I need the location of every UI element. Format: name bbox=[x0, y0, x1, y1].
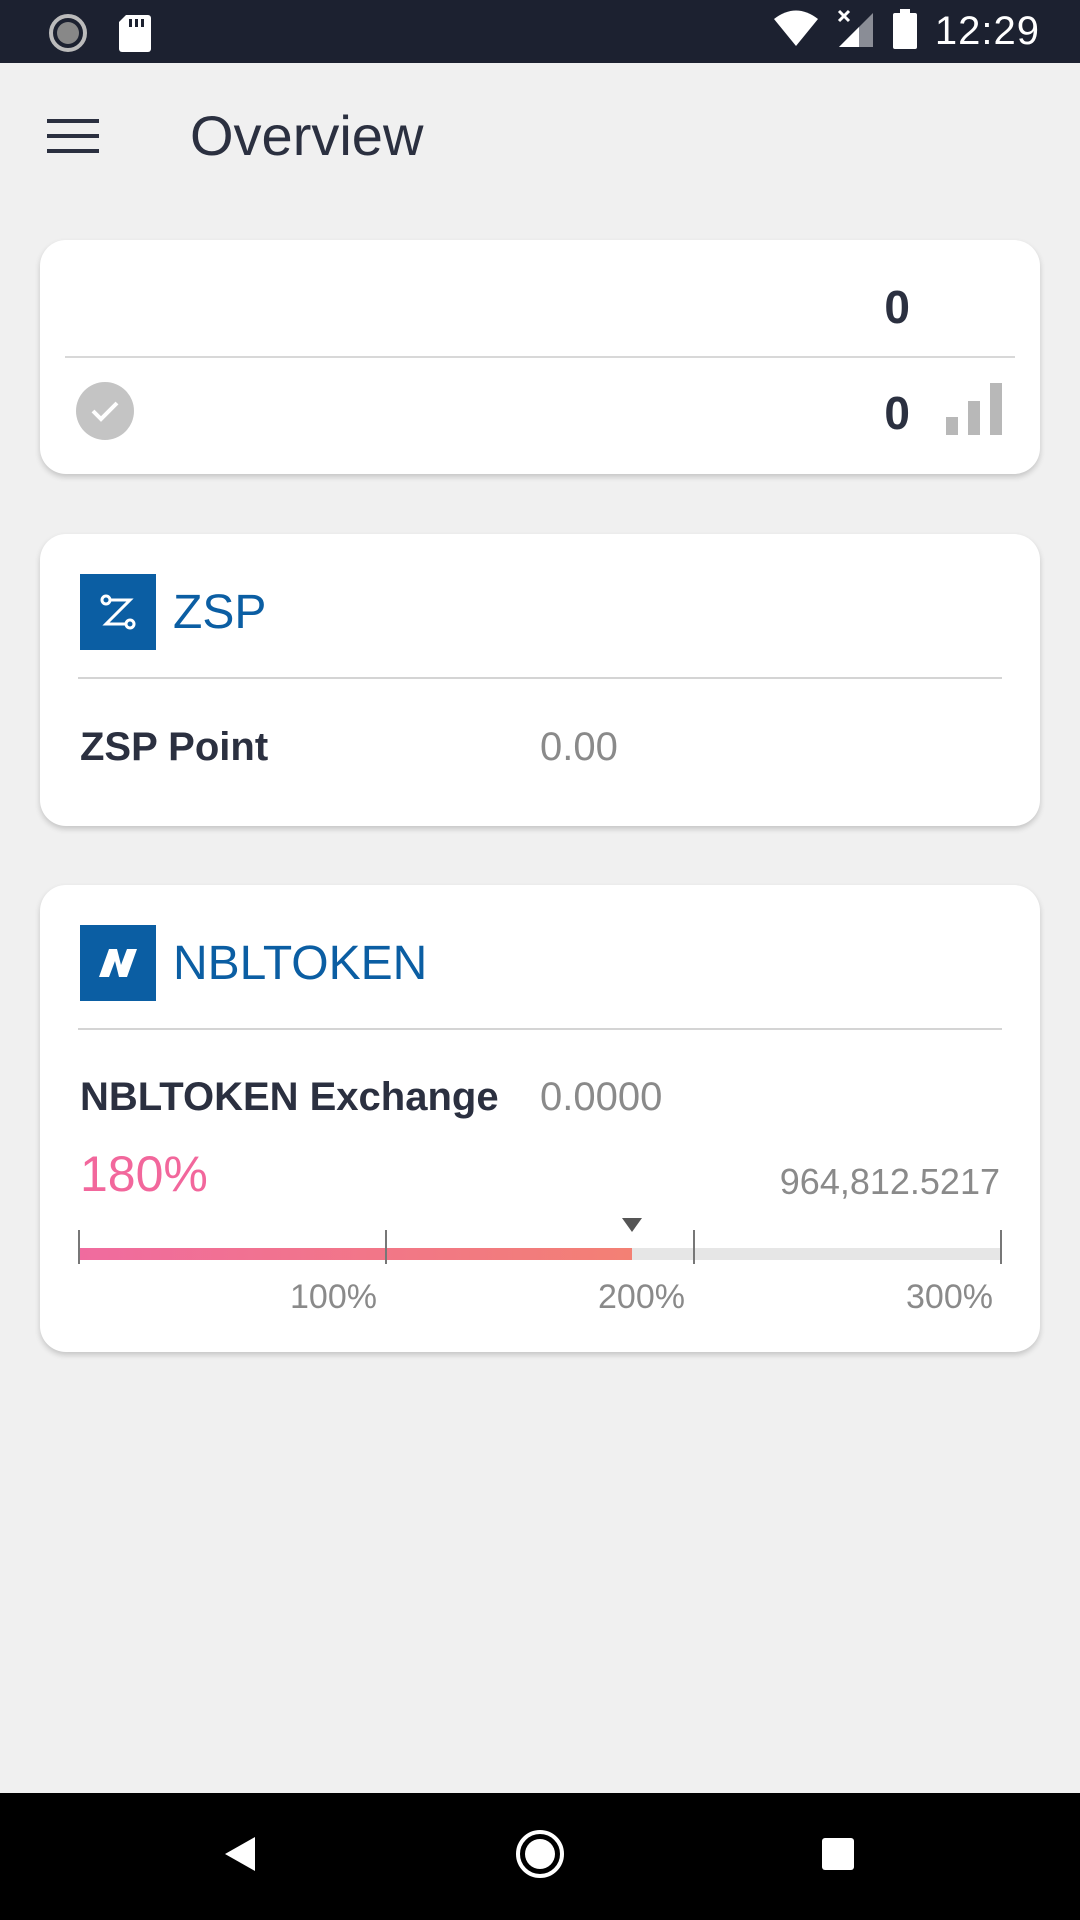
recents-square-icon bbox=[821, 1837, 855, 1876]
check-circle-icon bbox=[76, 382, 134, 440]
divider bbox=[78, 677, 1002, 679]
gauge-tick bbox=[78, 1230, 80, 1264]
nbltoken-percent: 180% bbox=[80, 1146, 208, 1202]
nbltoken-header: NBLTOKEN bbox=[80, 925, 427, 1001]
zsp-logo-icon bbox=[80, 574, 156, 650]
menu-button[interactable] bbox=[40, 111, 106, 165]
nbltoken-name: NBLTOKEN bbox=[173, 936, 428, 990]
status-time: 12:29 bbox=[934, 9, 1040, 53]
loading-circle-icon bbox=[48, 13, 88, 58]
navigation-bar bbox=[0, 1793, 1080, 1920]
gauge-marker-icon bbox=[622, 1218, 642, 1232]
nbltoken-limit: 964,812.5217 bbox=[779, 1161, 1000, 1202]
gauge-label-200: 200% bbox=[598, 1278, 685, 1316]
sd-card-icon bbox=[118, 13, 152, 58]
nbltoken-card[interactable]: NBLTOKEN NBLTOKEN Exchange 0.0000 180% 9… bbox=[40, 885, 1040, 1352]
zsp-point-label: ZSP Point bbox=[80, 725, 269, 769]
progress-gauge: 100% 200% 300% bbox=[78, 1218, 1002, 1330]
hamburger-menu-icon bbox=[47, 117, 99, 160]
bar-chart-icon[interactable] bbox=[944, 383, 1004, 435]
status-bar: 12:29 bbox=[0, 0, 1080, 63]
gauge-fill bbox=[78, 1248, 632, 1260]
gauge-label-100: 100% bbox=[290, 1278, 377, 1316]
no-signal-icon bbox=[837, 9, 875, 54]
app-bar: Overview bbox=[0, 63, 1080, 213]
recents-button[interactable] bbox=[778, 1793, 898, 1920]
home-button[interactable] bbox=[480, 1793, 600, 1920]
wifi-icon bbox=[773, 10, 819, 53]
gauge-tick bbox=[1000, 1230, 1002, 1264]
summary-value-top: 0 bbox=[884, 281, 910, 333]
summary-value-bottom: 0 bbox=[884, 387, 910, 439]
divider bbox=[65, 356, 1015, 358]
battery-icon bbox=[892, 9, 917, 54]
summary-card: 0 0 bbox=[40, 240, 1040, 474]
home-circle-icon bbox=[515, 1829, 565, 1884]
back-button[interactable] bbox=[180, 1793, 300, 1920]
gauge-label-300: 300% bbox=[906, 1278, 993, 1316]
nbltoken-exchange-value: 0.0000 bbox=[540, 1075, 663, 1119]
gauge-tick bbox=[693, 1230, 695, 1264]
nbltoken-logo-icon bbox=[80, 925, 156, 1001]
page-title: Overview bbox=[190, 104, 424, 167]
nbltoken-exchange-label: NBLTOKEN Exchange bbox=[80, 1075, 499, 1119]
zsp-card[interactable]: ZSP ZSP Point 0.00 bbox=[40, 534, 1040, 826]
zsp-name: ZSP bbox=[173, 585, 267, 639]
divider bbox=[78, 1028, 1002, 1030]
zsp-point-value: 0.00 bbox=[540, 725, 618, 769]
gauge-tick bbox=[385, 1230, 387, 1264]
zsp-header: ZSP bbox=[80, 574, 266, 650]
back-triangle-icon bbox=[223, 1835, 257, 1878]
